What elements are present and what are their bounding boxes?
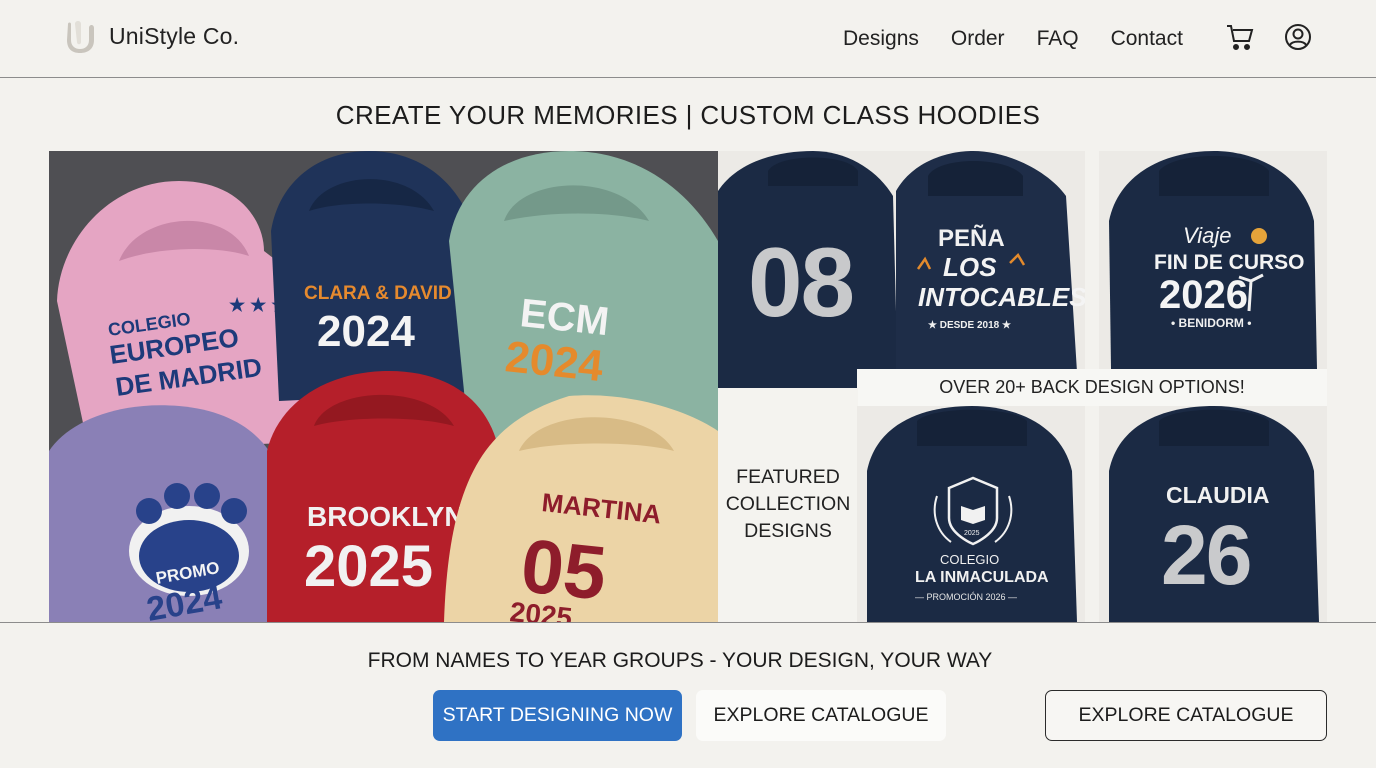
hero-hoodie-collage: COLEGIO EUROPEO DE MADRID ★ ★ ★ CLARA & … bbox=[49, 151, 718, 622]
explore-catalogue-button[interactable]: EXPLORE CATALOGUE bbox=[696, 690, 946, 741]
brand-logo-icon bbox=[67, 21, 94, 53]
tile4-sub: — PROMOCIÓN 2026 — bbox=[915, 592, 1017, 602]
tile5-number: 26 bbox=[1161, 508, 1250, 602]
tile2-bottom: ★ DESDE 2018 ★ bbox=[928, 320, 1011, 331]
featured-collection-label: FEATURED COLLECTION DESIGNS bbox=[718, 388, 858, 621]
tile3-line1: FIN DE CURSO bbox=[1154, 251, 1305, 274]
back-design-tile-08-pena[interactable]: 08 PEÑA LOS INTOCABLES ★ DESDE 2018 ★ bbox=[718, 151, 1085, 388]
page-headline: CREATE YOUR MEMORIES | CUSTOM CLASS HOOD… bbox=[335, 100, 1041, 130]
main-nav: Designs Order FAQ Contact bbox=[843, 24, 1215, 54]
back-design-tile-claudia[interactable]: CLAUDIA 26 bbox=[1099, 406, 1327, 622]
tile2-mid2: INTOCABLES bbox=[918, 282, 1085, 312]
tile3-year: 2026 bbox=[1159, 273, 1248, 317]
tile4-crest: COLEGIO bbox=[940, 552, 999, 567]
nav-order[interactable]: Order bbox=[951, 27, 1005, 51]
back-design-tile-viaje[interactable]: Viaje FIN DE CURSO 2026 • BENIDORM • bbox=[1099, 151, 1327, 369]
tile2-mid1: LOS bbox=[943, 252, 997, 282]
nav-faq[interactable]: FAQ bbox=[1037, 27, 1079, 51]
cta-footer: FROM NAMES TO YEAR GROUPS - YOUR DESIGN,… bbox=[0, 622, 1376, 768]
tile2-top: PEÑA bbox=[938, 224, 1005, 252]
hoodie-purple: PROMO 2024 bbox=[49, 405, 284, 622]
brand-name: UniStyle Co. bbox=[109, 22, 240, 49]
explore-catalogue-outline-button[interactable]: EXPLORE CATALOGUE bbox=[1045, 690, 1327, 741]
hoodie-red-line2: 2025 bbox=[304, 534, 433, 599]
tile5-name: CLAUDIA bbox=[1166, 482, 1270, 508]
tile4-badge-year: 2025 bbox=[964, 530, 980, 537]
nav-contact[interactable]: Contact bbox=[1111, 27, 1183, 51]
back-design-banner: OVER 20+ BACK DESIGN OPTIONS! bbox=[857, 369, 1327, 406]
tile1-number: 08 bbox=[748, 227, 853, 337]
user-circle-icon[interactable] bbox=[1283, 22, 1313, 52]
hoodie-navy-line2: 2024 bbox=[317, 307, 415, 356]
footer-tagline: FROM NAMES TO YEAR GROUPS - YOUR DESIGN,… bbox=[367, 649, 993, 672]
back-design-tile-inmaculada[interactable]: 2025 COLEGIO LA INMACULADA — PROMOCIÓN 2… bbox=[857, 406, 1085, 622]
hoodie-navy-line1: CLARA & DAVID bbox=[304, 283, 452, 304]
site-header: UniStyle Co. Designs Order FAQ Contact bbox=[0, 0, 1376, 78]
start-designing-button[interactable]: START DESIGNING NOW bbox=[433, 690, 682, 741]
brand-logo[interactable]: UniStyle Co. bbox=[64, 18, 239, 54]
hoodie-red-line1: BROOKLYN bbox=[307, 501, 465, 532]
nav-designs[interactable]: Designs bbox=[843, 27, 919, 51]
tile3-script: Viaje bbox=[1183, 223, 1232, 248]
cart-icon[interactable] bbox=[1225, 22, 1255, 52]
hoodie-green-line2: 2024 bbox=[503, 332, 606, 391]
tile3-place: • BENIDORM • bbox=[1171, 316, 1251, 330]
tile4-name: LA INMACULADA bbox=[915, 569, 1049, 586]
